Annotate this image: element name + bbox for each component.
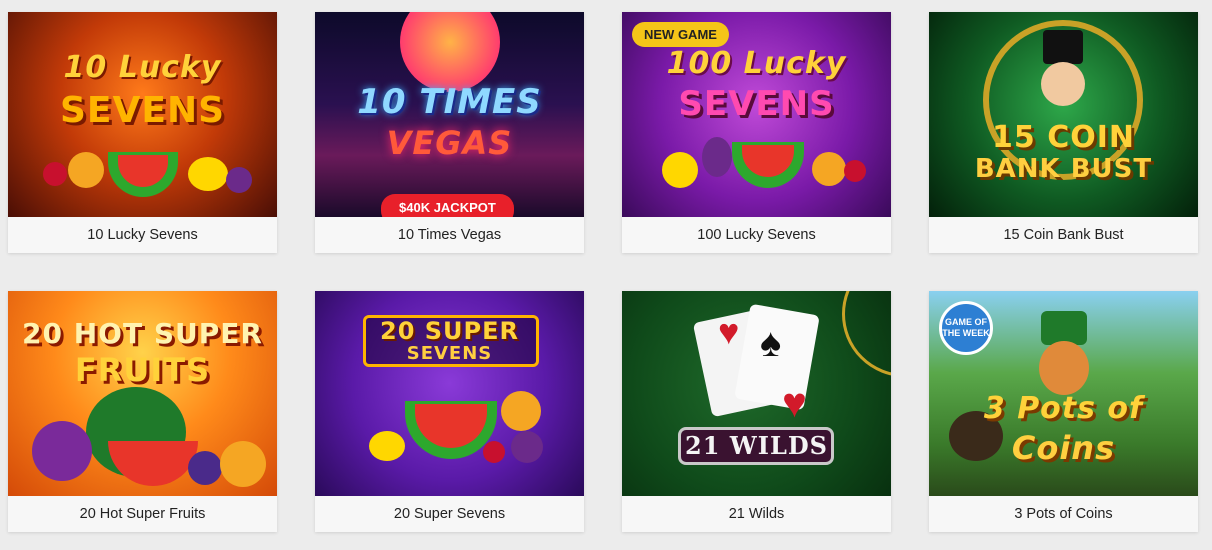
leprechaun-icon [1039,341,1089,395]
game-title[interactable]: 21 Wilds [622,496,891,532]
orange-icon [501,391,541,431]
game-thumbnail[interactable]: 10 Lucky SEVENS [8,12,277,217]
lemon-icon [188,157,228,191]
heart-icon: ♥ [782,379,807,426]
logo-line-1: 10 Lucky [63,50,222,85]
game-thumbnail[interactable]: 15 COIN BANK BUST [929,12,1198,217]
logo-line-2: Coins [1011,429,1116,467]
game-card-20-hot-super-fruits[interactable]: 20 HOT SUPER FRUITS 20 Hot Super Fruits [8,291,277,532]
logo-line-1: 20 HOT SUPER [22,317,263,350]
leprechaun-hat-icon [1041,311,1087,345]
game-card-3-pots-of-coins[interactable]: GAME OF THE WEEK 3 Pots of Coins 3 Pots … [929,291,1198,532]
games-grid: 10 Lucky SEVENS 10 Lucky Sevens 10 TIMES… [0,0,1212,550]
game-card-21-wilds[interactable]: ♠ ♥ ♥ 21 WILDS 21 Wilds [622,291,891,532]
cherry-icon [844,160,866,182]
logo-line-2: VEGAS [386,124,513,162]
game-thumbnail[interactable]: 10 TIMES VEGAS $40K JACKPOT [315,12,584,217]
game-title[interactable]: 10 Lucky Sevens [8,217,277,253]
jackpot-badge: $40K JACKPOT [381,194,514,217]
logo-line-1: 21 WILDS [685,431,828,460]
logo-line-1: 100 Lucky [666,46,847,81]
logo-line-1: 10 TIMES [357,82,542,122]
top-hat-icon [1043,30,1083,64]
game-card-10-times-vegas[interactable]: 10 TIMES VEGAS $40K JACKPOT 10 Times Veg… [315,12,584,253]
orange-icon [220,441,266,487]
game-card-15-coin-bank-bust[interactable]: 15 COIN BANK BUST 15 Coin Bank Bust [929,12,1198,253]
table-line [842,291,891,377]
logo-line-2: FRUITS [74,351,211,389]
logo-line-1: 20 SUPER [380,317,519,345]
plum-icon [188,451,222,485]
logo-line-2: SEVENS [59,90,226,131]
game-title[interactable]: 20 Super Sevens [315,496,584,532]
cherry-icon [43,162,67,186]
game-card-100-lucky-sevens[interactable]: NEW GAME 100 Lucky SEVENS 100 Lucky Seve… [622,12,891,253]
game-thumbnail[interactable]: 20 SUPER SEVENS [315,291,584,496]
orange-icon [812,152,846,186]
game-title[interactable]: 20 Hot Super Fruits [8,496,277,532]
logo-line-2: SEVENS [678,84,835,124]
grapes-icon [702,137,732,177]
game-title[interactable]: 3 Pots of Coins [929,496,1198,532]
logo-line-2: SEVENS [406,343,493,364]
game-thumbnail[interactable]: 20 HOT SUPER FRUITS [8,291,277,496]
sun-icon [400,12,500,92]
new-game-badge: NEW GAME [632,22,729,47]
cherry-icon [483,441,505,463]
lemon-icon [369,431,405,461]
plum-icon [226,167,252,193]
heart-icon: ♥ [718,311,740,352]
grapes-icon [32,421,92,481]
game-title[interactable]: 10 Times Vegas [315,217,584,253]
game-thumbnail[interactable]: ♠ ♥ ♥ 21 WILDS [622,291,891,496]
logo-line-1: 3 Pots of [983,391,1144,426]
lemon-icon [662,152,698,188]
spade-icon: ♠ [760,321,782,365]
logo-line-2: BANK BUST [974,154,1153,184]
game-card-20-super-sevens[interactable]: 20 SUPER SEVENS 20 Super Sevens [315,291,584,532]
orange-icon [68,152,104,188]
banker-icon [1041,62,1085,106]
game-thumbnail[interactable]: GAME OF THE WEEK 3 Pots of Coins [929,291,1198,496]
game-card-10-lucky-sevens[interactable]: 10 Lucky SEVENS 10 Lucky Sevens [8,12,277,253]
watermelon-slice-icon [108,441,198,486]
plum-icon [511,431,543,463]
game-thumbnail[interactable]: NEW GAME 100 Lucky SEVENS [622,12,891,217]
game-title[interactable]: 15 Coin Bank Bust [929,217,1198,253]
game-of-the-week-badge: GAME OF THE WEEK [939,301,993,355]
logo-line-1: 15 COIN [992,120,1135,155]
game-title[interactable]: 100 Lucky Sevens [622,217,891,253]
